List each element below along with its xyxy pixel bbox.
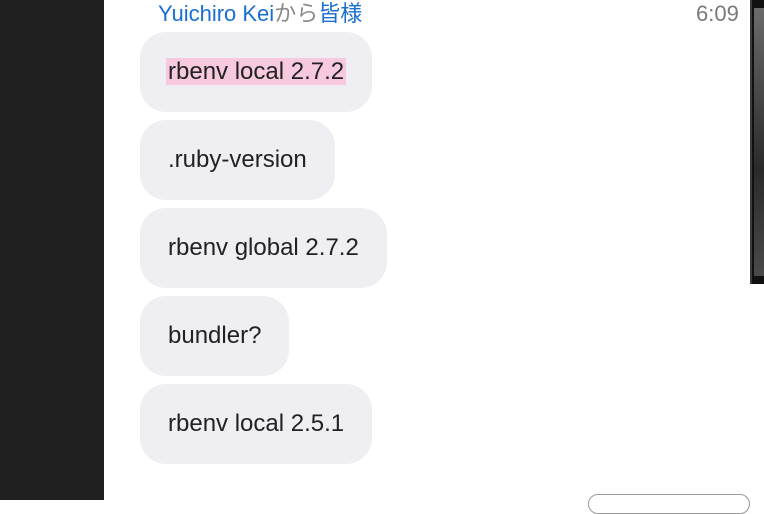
- sender-kara-text: から: [274, 1, 319, 26]
- bottom-action-button[interactable]: [588, 494, 750, 514]
- chat-panel: Yuichiro Keiから皆様 6:09 rbenv local 2.7.2 …: [104, 0, 764, 514]
- recipients-label[interactable]: から皆様: [274, 1, 362, 26]
- message-row: .ruby-version: [140, 120, 387, 200]
- video-thumbnail-image: [754, 8, 764, 276]
- message-list: rbenv local 2.7.2 .ruby-version rbenv gl…: [140, 32, 387, 472]
- sender-recipients-text: 皆様: [318, 1, 363, 26]
- message-bubble[interactable]: .ruby-version: [140, 120, 335, 200]
- message-text: rbenv local 2.5.1: [168, 410, 345, 437]
- message-bubble[interactable]: rbenv local 2.7.2: [140, 32, 373, 112]
- message-text: rbenv global 2.7.2: [168, 234, 359, 261]
- sender-name[interactable]: Yuichiro Kei: [158, 1, 274, 26]
- message-header: Yuichiro Keiから皆様: [158, 0, 362, 28]
- video-thumbnail-panel[interactable]: [750, 0, 764, 284]
- message-bubble[interactable]: bundler?: [140, 296, 290, 376]
- message-bubble[interactable]: rbenv global 2.7.2: [140, 208, 387, 288]
- message-row: rbenv local 2.5.1: [140, 384, 387, 464]
- message-row: rbenv global 2.7.2: [140, 208, 387, 288]
- message-row: bundler?: [140, 296, 387, 376]
- message-timestamp: 6:09: [696, 1, 739, 26]
- message-bubble[interactable]: rbenv local 2.5.1: [140, 384, 373, 464]
- left-dark-sidebar: [0, 0, 104, 500]
- message-text: rbenv local 2.7.2: [166, 58, 347, 85]
- message-text: bundler?: [168, 322, 262, 349]
- message-row: rbenv local 2.7.2: [140, 32, 387, 112]
- message-text: .ruby-version: [168, 146, 307, 173]
